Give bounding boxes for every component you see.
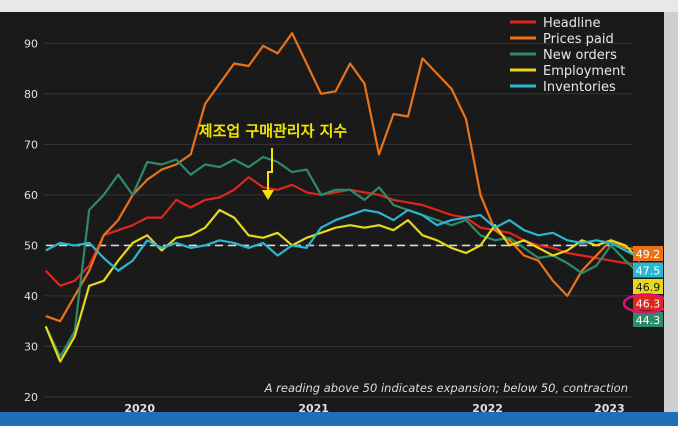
value-badge-label: 47.5 [636, 265, 661, 278]
legend-label: New orders [543, 48, 617, 63]
legend: HeadlinePrices paidNew ordersEmploymentI… [510, 16, 625, 95]
y-tick-labels: 20 30 40 50 60 70 80 90 [24, 37, 38, 404]
annotation-text: 제조업 구매관리자 지수 [199, 122, 348, 140]
x-tick-label: 2021 [298, 402, 329, 412]
legend-label: Prices paid [543, 32, 614, 47]
y-tick-label: 90 [24, 37, 38, 50]
bottom-band [0, 412, 678, 426]
legend-label: Headline [543, 16, 600, 31]
y-tick-label: 30 [24, 340, 38, 353]
y-tick-label: 80 [24, 88, 38, 101]
footnote: A reading above 50 indicates expansion; … [264, 381, 628, 395]
chart-frame: 20 30 40 50 60 70 80 90 2020 2021 2022 2023 Headli… [0, 0, 678, 426]
y-tick-label: 70 [24, 138, 38, 151]
y-tick-label: 60 [24, 189, 38, 202]
value-badge-label: 46.9 [636, 281, 661, 294]
y-tick-label: 20 [24, 391, 38, 404]
pmi-line-chart: 20 30 40 50 60 70 80 90 2020 2021 2022 2023 Headli… [24, 16, 670, 415]
value-badge-label: 44.3 [636, 314, 661, 327]
legend-label: Inventories [543, 80, 616, 95]
annotation-arrow [267, 148, 273, 192]
legend-label: Employment [543, 64, 625, 79]
x-tick-label: 2023 [594, 402, 625, 412]
last-value-labels: 49.2 47.5 46.9 46.3 44.3 [633, 246, 663, 327]
x-tick-labels: 2020 2021 2022 2023 [124, 402, 625, 415]
chart-panel: 20 30 40 50 60 70 80 90 2020 2021 2022 2023 Headli… [0, 12, 670, 415]
y-tick-label: 50 [24, 239, 38, 252]
x-tick-label: 2022 [472, 402, 503, 412]
x-tick-label: 2020 [124, 402, 155, 412]
series-line-inventories [45, 208, 641, 272]
value-badge-label: 49.2 [636, 248, 661, 261]
right-border [664, 12, 678, 412]
y-tick-label: 40 [24, 290, 38, 303]
value-badge-label: 46.3 [636, 298, 661, 311]
top-border [0, 0, 678, 12]
